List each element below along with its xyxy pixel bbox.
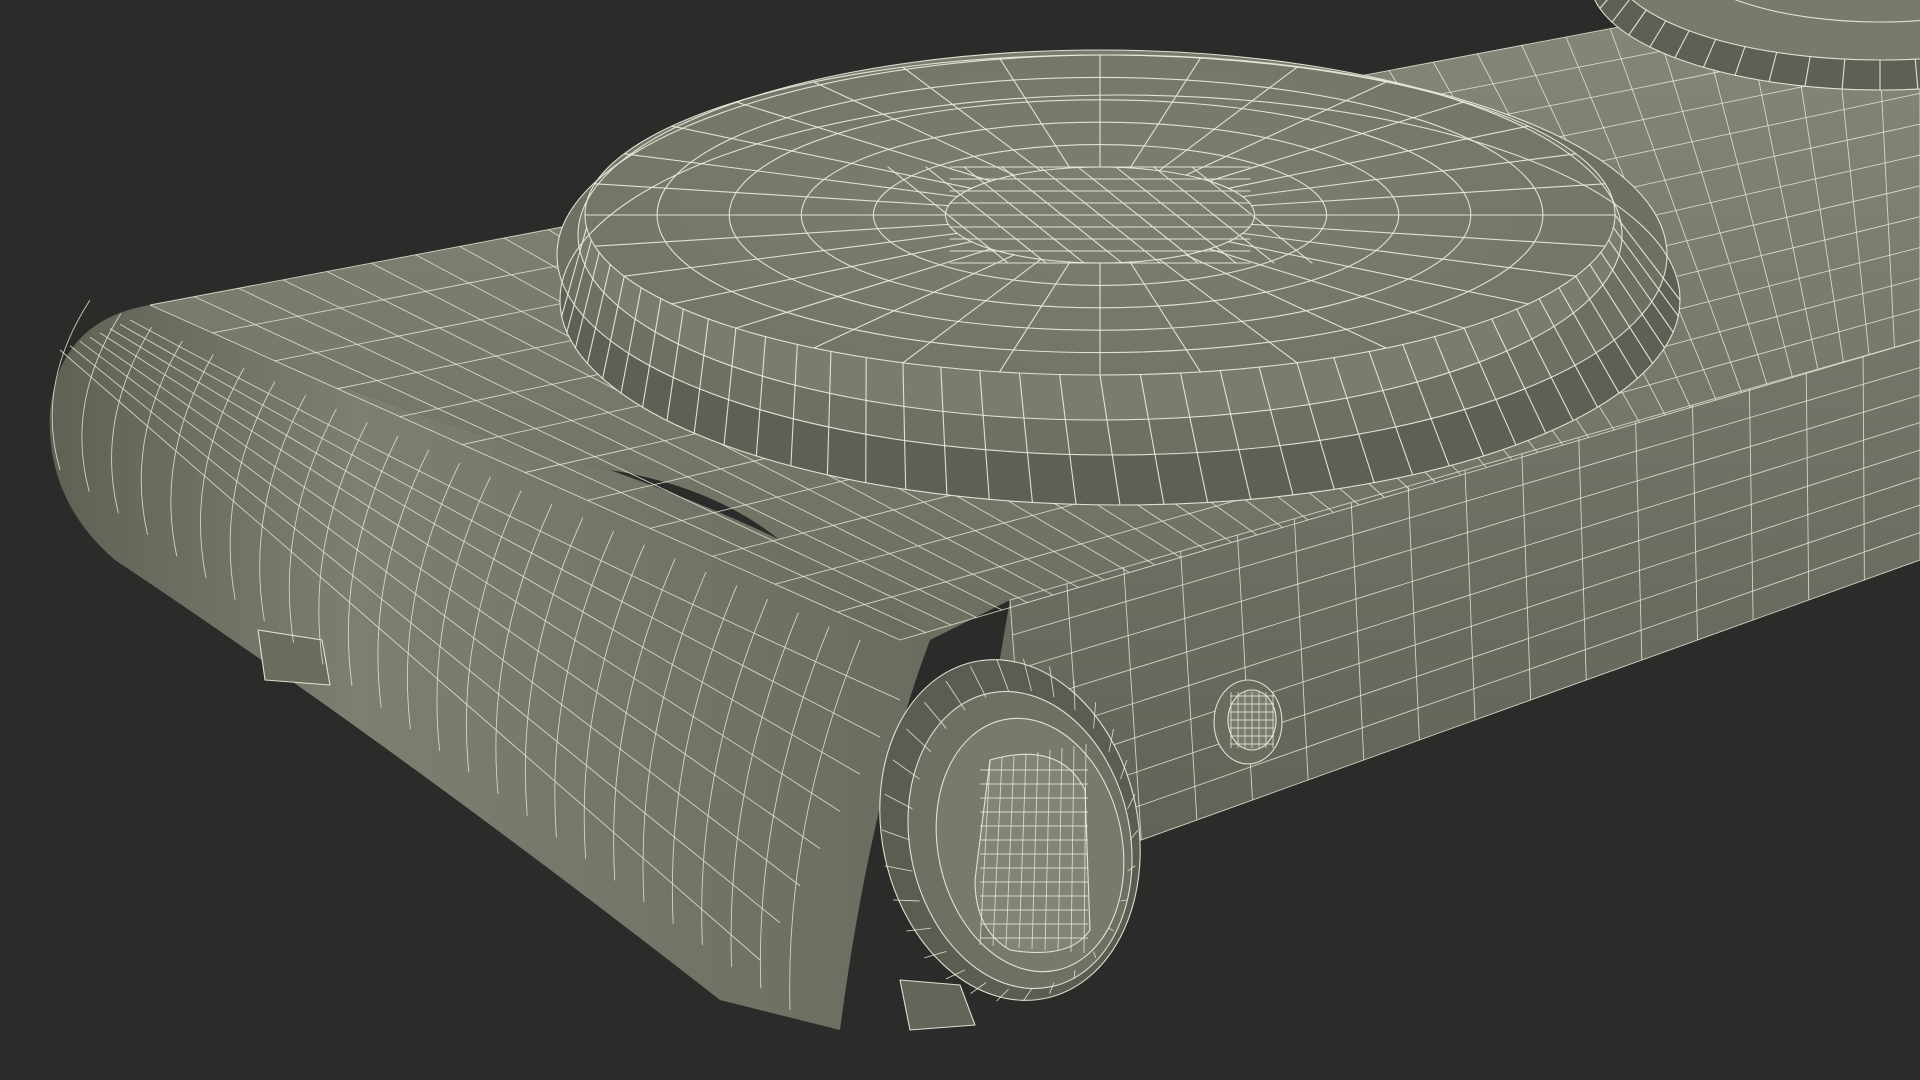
burner-plate-front [556,49,1681,506]
indicator-light [1213,679,1283,765]
wireframe-render [49,0,1920,1031]
